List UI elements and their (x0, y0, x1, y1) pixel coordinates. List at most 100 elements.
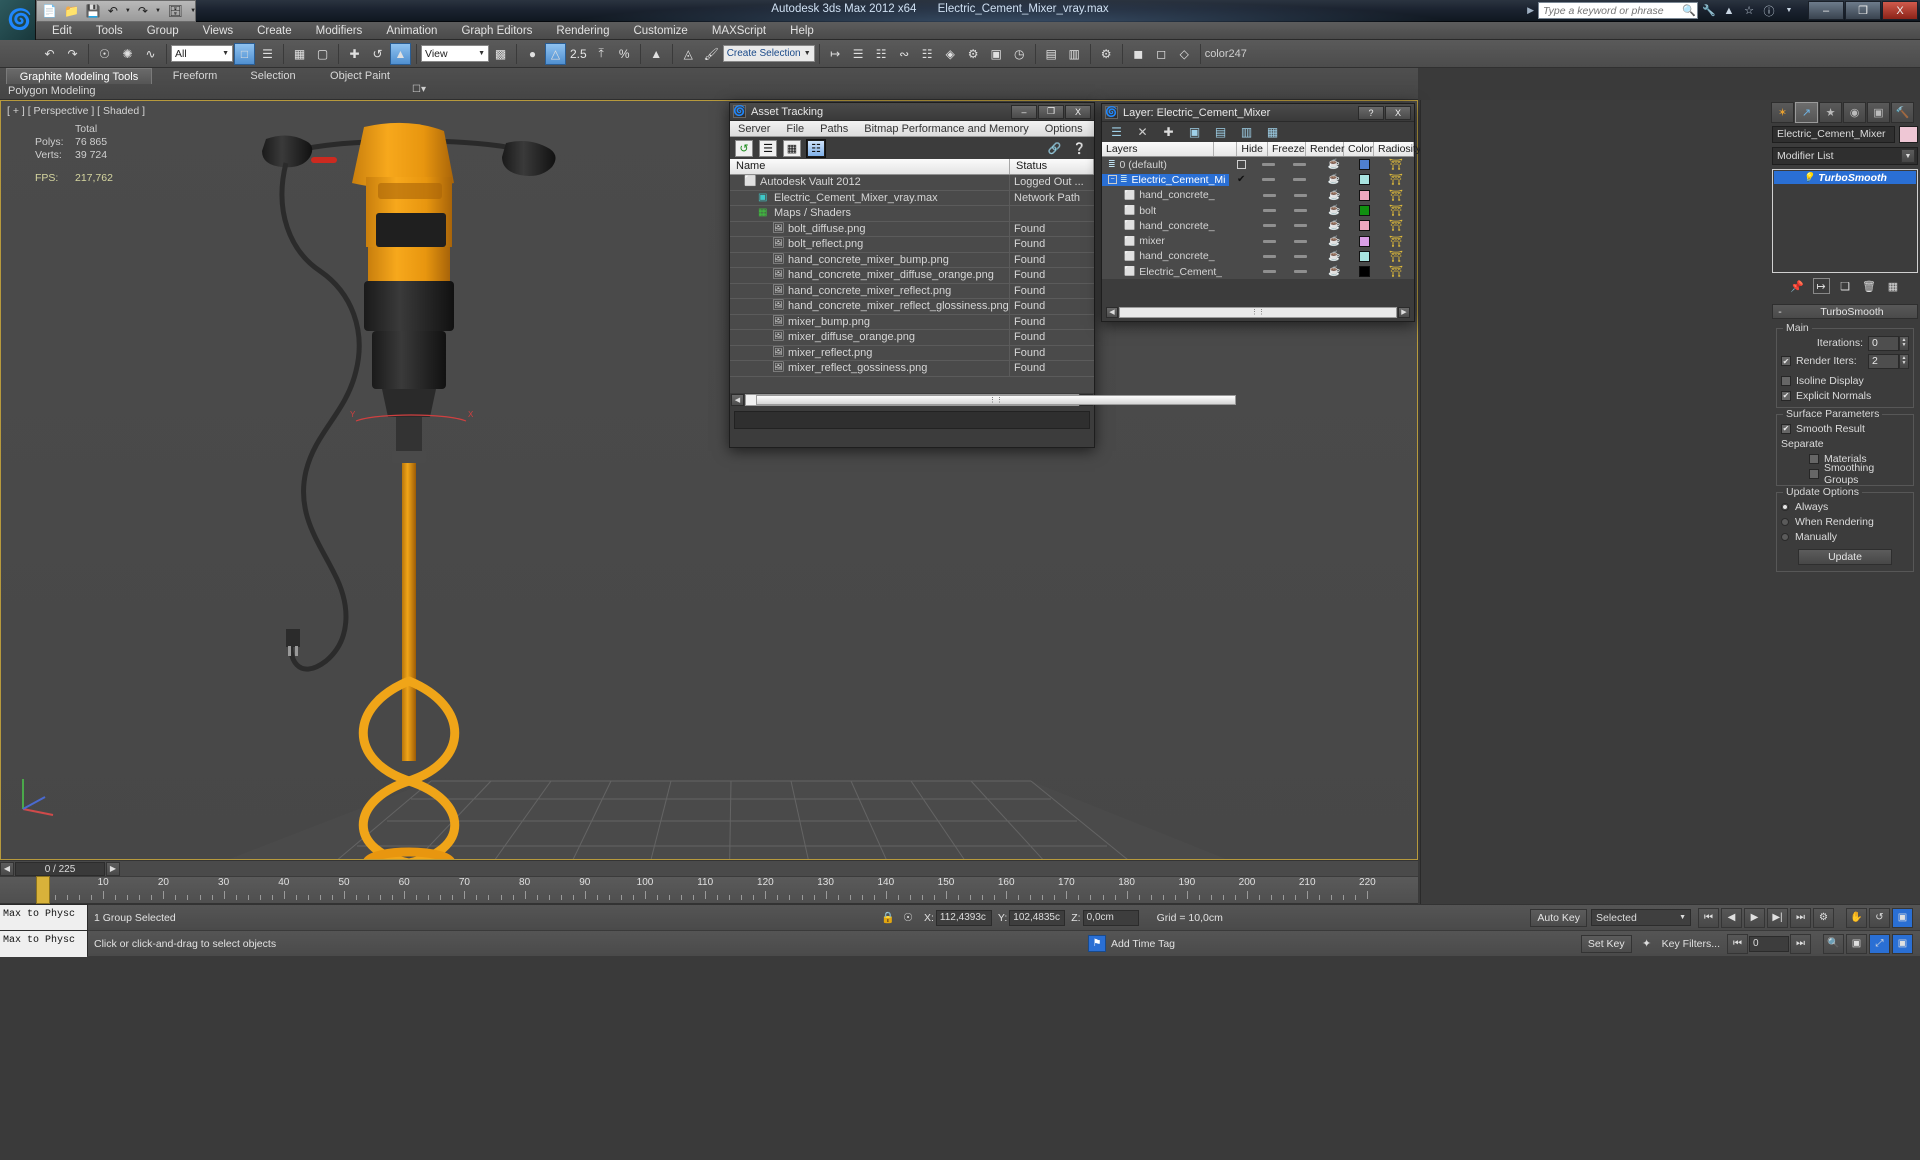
layer-dialog[interactable]: 🌀 Layer: Electric_Cement_Mixer ? X ☰ ✕ ✚… (1101, 103, 1421, 322)
hierarchy-tab-icon[interactable]: ★ (1819, 101, 1842, 123)
select-by-name-button[interactable]: ☰ (257, 43, 278, 65)
select-and-rotate-icon[interactable]: ↺ (367, 43, 388, 65)
key-start-icon[interactable]: ⏮ (1727, 933, 1748, 954)
schematic-view-icon[interactable]: ☷ (917, 43, 938, 65)
asset-table-row[interactable]: 🖼 hand_concrete_mixer_reflect.png Found (730, 283, 1094, 299)
help-icon[interactable]: ❔ (1071, 140, 1088, 156)
asset-horizontal-scrollbar[interactable]: ◀ ⋮⋮ ▶ (730, 393, 1236, 407)
asset-row-name-cell[interactable]: 🖼 hand_concrete_mixer_bump.png (730, 252, 1010, 267)
layer-render-cell[interactable]: ☕ (1317, 251, 1351, 262)
undo-dropdown-icon[interactable]: ▼ (124, 0, 132, 22)
select-and-move-icon[interactable]: ✚ (344, 43, 365, 65)
asset-table-body[interactable]: ⬜ Autodesk Vault 2012 Logged Out ... ▣ Elect… (730, 175, 1094, 393)
menu-rendering[interactable]: Rendering (544, 22, 621, 40)
asset-tracking-maximize-button[interactable]: ❐ (1038, 104, 1064, 119)
save-file-icon[interactable]: 💾 (85, 0, 102, 22)
layer-render-cell[interactable]: ☕ (1317, 159, 1351, 170)
viewport-label[interactable]: [ + ] [ Perspective ] [ Shaded ] (7, 105, 145, 117)
menu-help[interactable]: Help (778, 22, 826, 40)
layer-render-cell[interactable]: ☕ (1317, 266, 1351, 277)
snaps-toggle-icon[interactable]: ● (522, 43, 543, 65)
project-tool-icon[interactable]: ⚙ (1096, 43, 1117, 65)
next-frame-icon[interactable]: ▶| (1767, 907, 1788, 928)
layer-column-hide[interactable]: Hide (1237, 142, 1268, 156)
layer-hide-cell[interactable] (1255, 270, 1284, 274)
modifier-list-dropdown[interactable]: Modifier List ▼ (1772, 147, 1918, 165)
modifier-stack-item-turbosmooth[interactable]: 💡 TurboSmooth (1774, 171, 1916, 184)
render-iters-field[interactable]: 2 (1868, 353, 1899, 369)
layer-row-name-cell[interactable]: ⬜ hand_concrete_ (1102, 250, 1230, 262)
asset-table-row[interactable]: ▣ Electric_Cement_Mixer_vray.max Network P… (730, 190, 1094, 206)
rectangular-selection-region-icon[interactable]: ▦ (289, 43, 310, 65)
materials-checkbox[interactable] (1809, 453, 1819, 464)
auto-key-button[interactable]: Auto Key (1530, 908, 1587, 927)
scroll-track[interactable]: ⋮⋮ (745, 394, 1236, 406)
ribbon-minimize-icon[interactable]: ☐▾ (412, 84, 434, 98)
show-end-result-icon[interactable]: ↦ (1812, 278, 1830, 294)
layer-table-body[interactable]: ≣ 0 (default) ☕ ⛩ − ≣ Electric_Cement_Mi ✔ ☕ ⛩ ⬜ ha… (1102, 157, 1414, 280)
graphite-toggle-icon[interactable]: ☷ (871, 43, 892, 65)
lock-icon[interactable]: 🔒 (878, 911, 898, 924)
detail-view-icon[interactable]: ▦ (783, 139, 801, 157)
layer-table-row[interactable]: ⬜ hand_concrete_ ☕ ⛩ (1102, 249, 1414, 264)
smoothing-groups-checkbox[interactable] (1809, 468, 1819, 479)
layer-freeze-cell[interactable] (1283, 209, 1317, 213)
render-iters-stepper[interactable]: ▲ ▼ (1899, 353, 1909, 369)
asset-table-row[interactable]: ⬜ Autodesk Vault 2012 Logged Out ... (730, 175, 1094, 191)
add-selection-icon[interactable]: ✚ (1160, 124, 1177, 140)
layer-manager-icon[interactable]: ☰ (848, 43, 869, 65)
object-name-field[interactable]: Electric_Cement_Mixer (1772, 126, 1895, 143)
redo-icon[interactable]: ↷ (137, 0, 149, 22)
asset-row-name-cell[interactable]: 🖼 bolt_reflect.png (730, 237, 1010, 252)
layer-row-name-cell[interactable]: ⬜ hand_concrete_ (1102, 189, 1230, 201)
orbit-icon[interactable]: ↺ (1869, 907, 1890, 928)
smooth-result-checkbox[interactable]: ✔ (1781, 423, 1791, 434)
reference-coordinate-dropdown[interactable]: View ▼ (421, 45, 489, 62)
modifier-stack[interactable]: 💡 TurboSmooth (1772, 169, 1918, 273)
key-frame-field[interactable]: 0 (1749, 935, 1789, 952)
menu-graph-editors[interactable]: Graph Editors (449, 22, 544, 40)
asset-table-row[interactable]: 🖼 hand_concrete_mixer_reflect_glossiness.… (730, 299, 1094, 315)
display-tab-icon[interactable]: ▣ (1867, 101, 1890, 123)
layer-row-name-cell[interactable]: − ≣ Electric_Cement_Mi (1102, 173, 1229, 186)
turbosmooth-rollout-header[interactable]: - TurboSmooth (1772, 304, 1918, 319)
search-expand-icon[interactable]: ▶ (1527, 5, 1534, 16)
iterations-field[interactable]: 0 (1868, 335, 1899, 351)
track-next-icon[interactable]: ▶ (106, 861, 120, 876)
asset-tracking-dialog[interactable]: 🌀 Asset Tracking – ❐ X Server File Paths… (729, 102, 1236, 448)
layer-render-cell[interactable]: ☕ (1317, 205, 1351, 216)
menu-animation[interactable]: Animation (374, 22, 449, 40)
layer-table-row[interactable]: ⬜ mixer ☕ ⛩ (1102, 233, 1414, 248)
column-header-status[interactable]: Status (1010, 159, 1094, 174)
asset-table-row[interactable]: 🖼 mixer_reflect_gossiness.png Found (730, 361, 1094, 377)
layer-radiosity-cell[interactable]: ⛩ (1378, 219, 1414, 232)
render-iterative-icon[interactable]: ▤ (1041, 43, 1062, 65)
layer-column-layers[interactable]: Layers (1102, 142, 1214, 156)
layer-column-freeze[interactable]: Freeze (1268, 142, 1306, 156)
select-objects-icon[interactable]: ▣ (1186, 124, 1203, 140)
table-view-icon[interactable]: ☷ (806, 138, 826, 158)
layer-horizontal-scrollbar[interactable]: ◀ ⋮⋮ ▶ (1104, 305, 1412, 319)
layer-hide-cell[interactable] (1254, 178, 1283, 182)
layer-hide-cell[interactable] (1255, 193, 1284, 197)
asset-menu-server[interactable]: Server (730, 121, 778, 137)
key-end-icon[interactable]: ⏭ (1790, 933, 1811, 954)
zoom-extents-icon[interactable]: ⤢ (1869, 933, 1890, 954)
asset-table-row[interactable]: 🖼 mixer_bump.png Found (730, 314, 1094, 330)
angle-snap-toggle-icon[interactable]: △ (545, 42, 566, 65)
layer-color-cell[interactable] (1351, 174, 1378, 186)
color-swatch[interactable] (1359, 205, 1371, 217)
goto-start-icon[interactable]: ⏮ (1698, 907, 1719, 928)
layer-color-cell[interactable] (1351, 159, 1378, 171)
menu-customize[interactable]: Customize (621, 22, 699, 40)
layer-column-current[interactable] (1214, 142, 1238, 156)
undo-button[interactable]: ↶ (39, 43, 60, 65)
update-when-rendering-row[interactable]: When Rendering (1781, 514, 1909, 529)
asset-table-row[interactable]: ▦ Maps / Shaders (730, 206, 1094, 222)
menu-tools[interactable]: Tools (84, 22, 135, 40)
utilities-tab-icon[interactable]: 🔨 (1891, 101, 1914, 123)
isoline-display-row[interactable]: Isoline Display (1781, 373, 1909, 388)
modify-tab-icon[interactable]: ↗ (1795, 101, 1818, 123)
refresh-icon[interactable]: ↺ (735, 139, 753, 157)
asset-menu-bitmap-performance-and-memory[interactable]: Bitmap Performance and Memory (856, 121, 1036, 137)
